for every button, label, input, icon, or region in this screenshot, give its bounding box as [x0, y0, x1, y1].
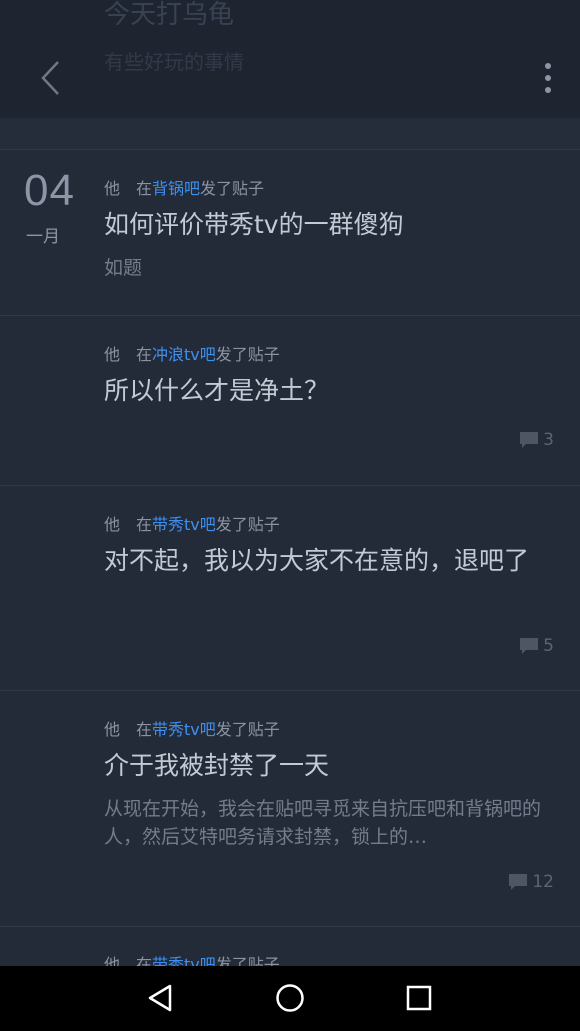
post-prefix: 在 [136, 515, 153, 534]
feed-post[interactable]: 他在冲浪tv吧发了贴子 所以什么才是净土？ 3 [0, 316, 580, 486]
comment-count-value: 5 [543, 636, 554, 656]
circle-home-icon [276, 984, 304, 1012]
post-actor: 他 [104, 515, 121, 534]
nav-back-button[interactable] [138, 978, 182, 1018]
post-meta: 他在冲浪tv吧发了贴子 [104, 341, 280, 365]
activity-feed[interactable]: 04 一月 他在背锅吧发了贴子 如何评价带秀tv的一群傻狗 如题 他在冲浪tv吧… [0, 150, 580, 966]
post-meta: 他在带秀tv吧发了贴子 [104, 511, 280, 535]
forum-link[interactable]: 带秀tv吧 [152, 515, 216, 534]
post-meta: 他在带秀tv吧发了贴子 [104, 716, 280, 740]
post-action: 发了贴子 [215, 345, 280, 364]
post-prefix: 在 [136, 179, 153, 198]
more-options-button[interactable] [530, 58, 566, 98]
post-prefix: 在 [136, 720, 153, 739]
forum-link[interactable]: 带秀tv吧 [152, 720, 216, 739]
system-navigation-bar [0, 966, 580, 1031]
date-month: 一月 [26, 227, 60, 247]
forum-link[interactable]: 带秀tv吧 [152, 955, 216, 966]
feed-post[interactable]: 他在带秀tv吧发了贴子 对不起，我以为大家不在意的，退吧了 5 [0, 486, 580, 691]
triangle-back-icon [148, 984, 172, 1012]
post-meta: 他在背锅吧发了贴子 [104, 175, 264, 199]
comment-bubble-icon [520, 638, 539, 654]
post-action: 发了贴子 [215, 515, 280, 534]
post-title[interactable]: 所以什么才是净土？ [104, 375, 554, 406]
feed-post[interactable]: 他在带秀tv吧发了贴子 介于我被封禁了一天 从现在开始，我会在贴吧寻觅来自抗压吧… [0, 691, 580, 927]
post-excerpt: 如题 [104, 257, 143, 279]
feed-post[interactable]: 他 在带秀tv吧发了贴子 [0, 927, 580, 966]
post-title[interactable]: 对不起，我以为大家不在意的，退吧了 [104, 545, 554, 576]
post-actor: 他 [104, 179, 121, 198]
date-day: 04 [24, 166, 75, 215]
header-subtitle: 有些好玩的事情 [104, 50, 244, 74]
comment-count-value: 12 [532, 872, 554, 892]
post-action: 发了贴子 [215, 955, 280, 966]
post-action: 发了贴子 [200, 179, 265, 198]
post-title[interactable]: 如何评价带秀tv的一群傻狗 [104, 209, 554, 240]
header-title: 今天打乌龟 [104, 0, 235, 30]
post-excerpt: 从现在开始，我会在贴吧寻觅来自抗压吧和背锅吧的人，然后艾特吧务请求封禁，锁上的… [104, 798, 542, 848]
post-meta: 他 在带秀tv吧发了贴子 [104, 951, 280, 966]
post-action: 发了贴子 [215, 720, 280, 739]
post-prefix: 在 [136, 345, 153, 364]
post-prefix: 在 [136, 955, 153, 966]
nav-recents-button[interactable] [397, 978, 441, 1018]
comment-count-value: 3 [543, 430, 554, 450]
forum-link[interactable]: 背锅吧 [152, 179, 200, 198]
more-vertical-icon [545, 63, 551, 93]
nav-home-button[interactable] [268, 978, 312, 1018]
comment-count[interactable]: 12 [508, 872, 554, 892]
header-shadow-bar [0, 118, 580, 150]
back-button[interactable] [30, 56, 70, 100]
comment-bubble-icon [520, 432, 539, 448]
post-actor: 他 [104, 345, 121, 364]
app-header: 今天打乌龟 有些好玩的事情 [0, 0, 580, 118]
comment-count[interactable]: 5 [519, 636, 554, 656]
post-title[interactable]: 介于我被封禁了一天 [104, 750, 554, 781]
post-actor: 他 [104, 955, 121, 966]
comment-count[interactable]: 3 [519, 430, 554, 450]
comment-bubble-icon [509, 874, 528, 890]
forum-link[interactable]: 冲浪tv吧 [152, 345, 216, 364]
square-recents-icon [406, 985, 432, 1011]
feed-post[interactable]: 04 一月 他在背锅吧发了贴子 如何评价带秀tv的一群傻狗 如题 [0, 150, 580, 316]
post-actor: 他 [104, 720, 121, 739]
chevron-left-icon [41, 61, 59, 95]
